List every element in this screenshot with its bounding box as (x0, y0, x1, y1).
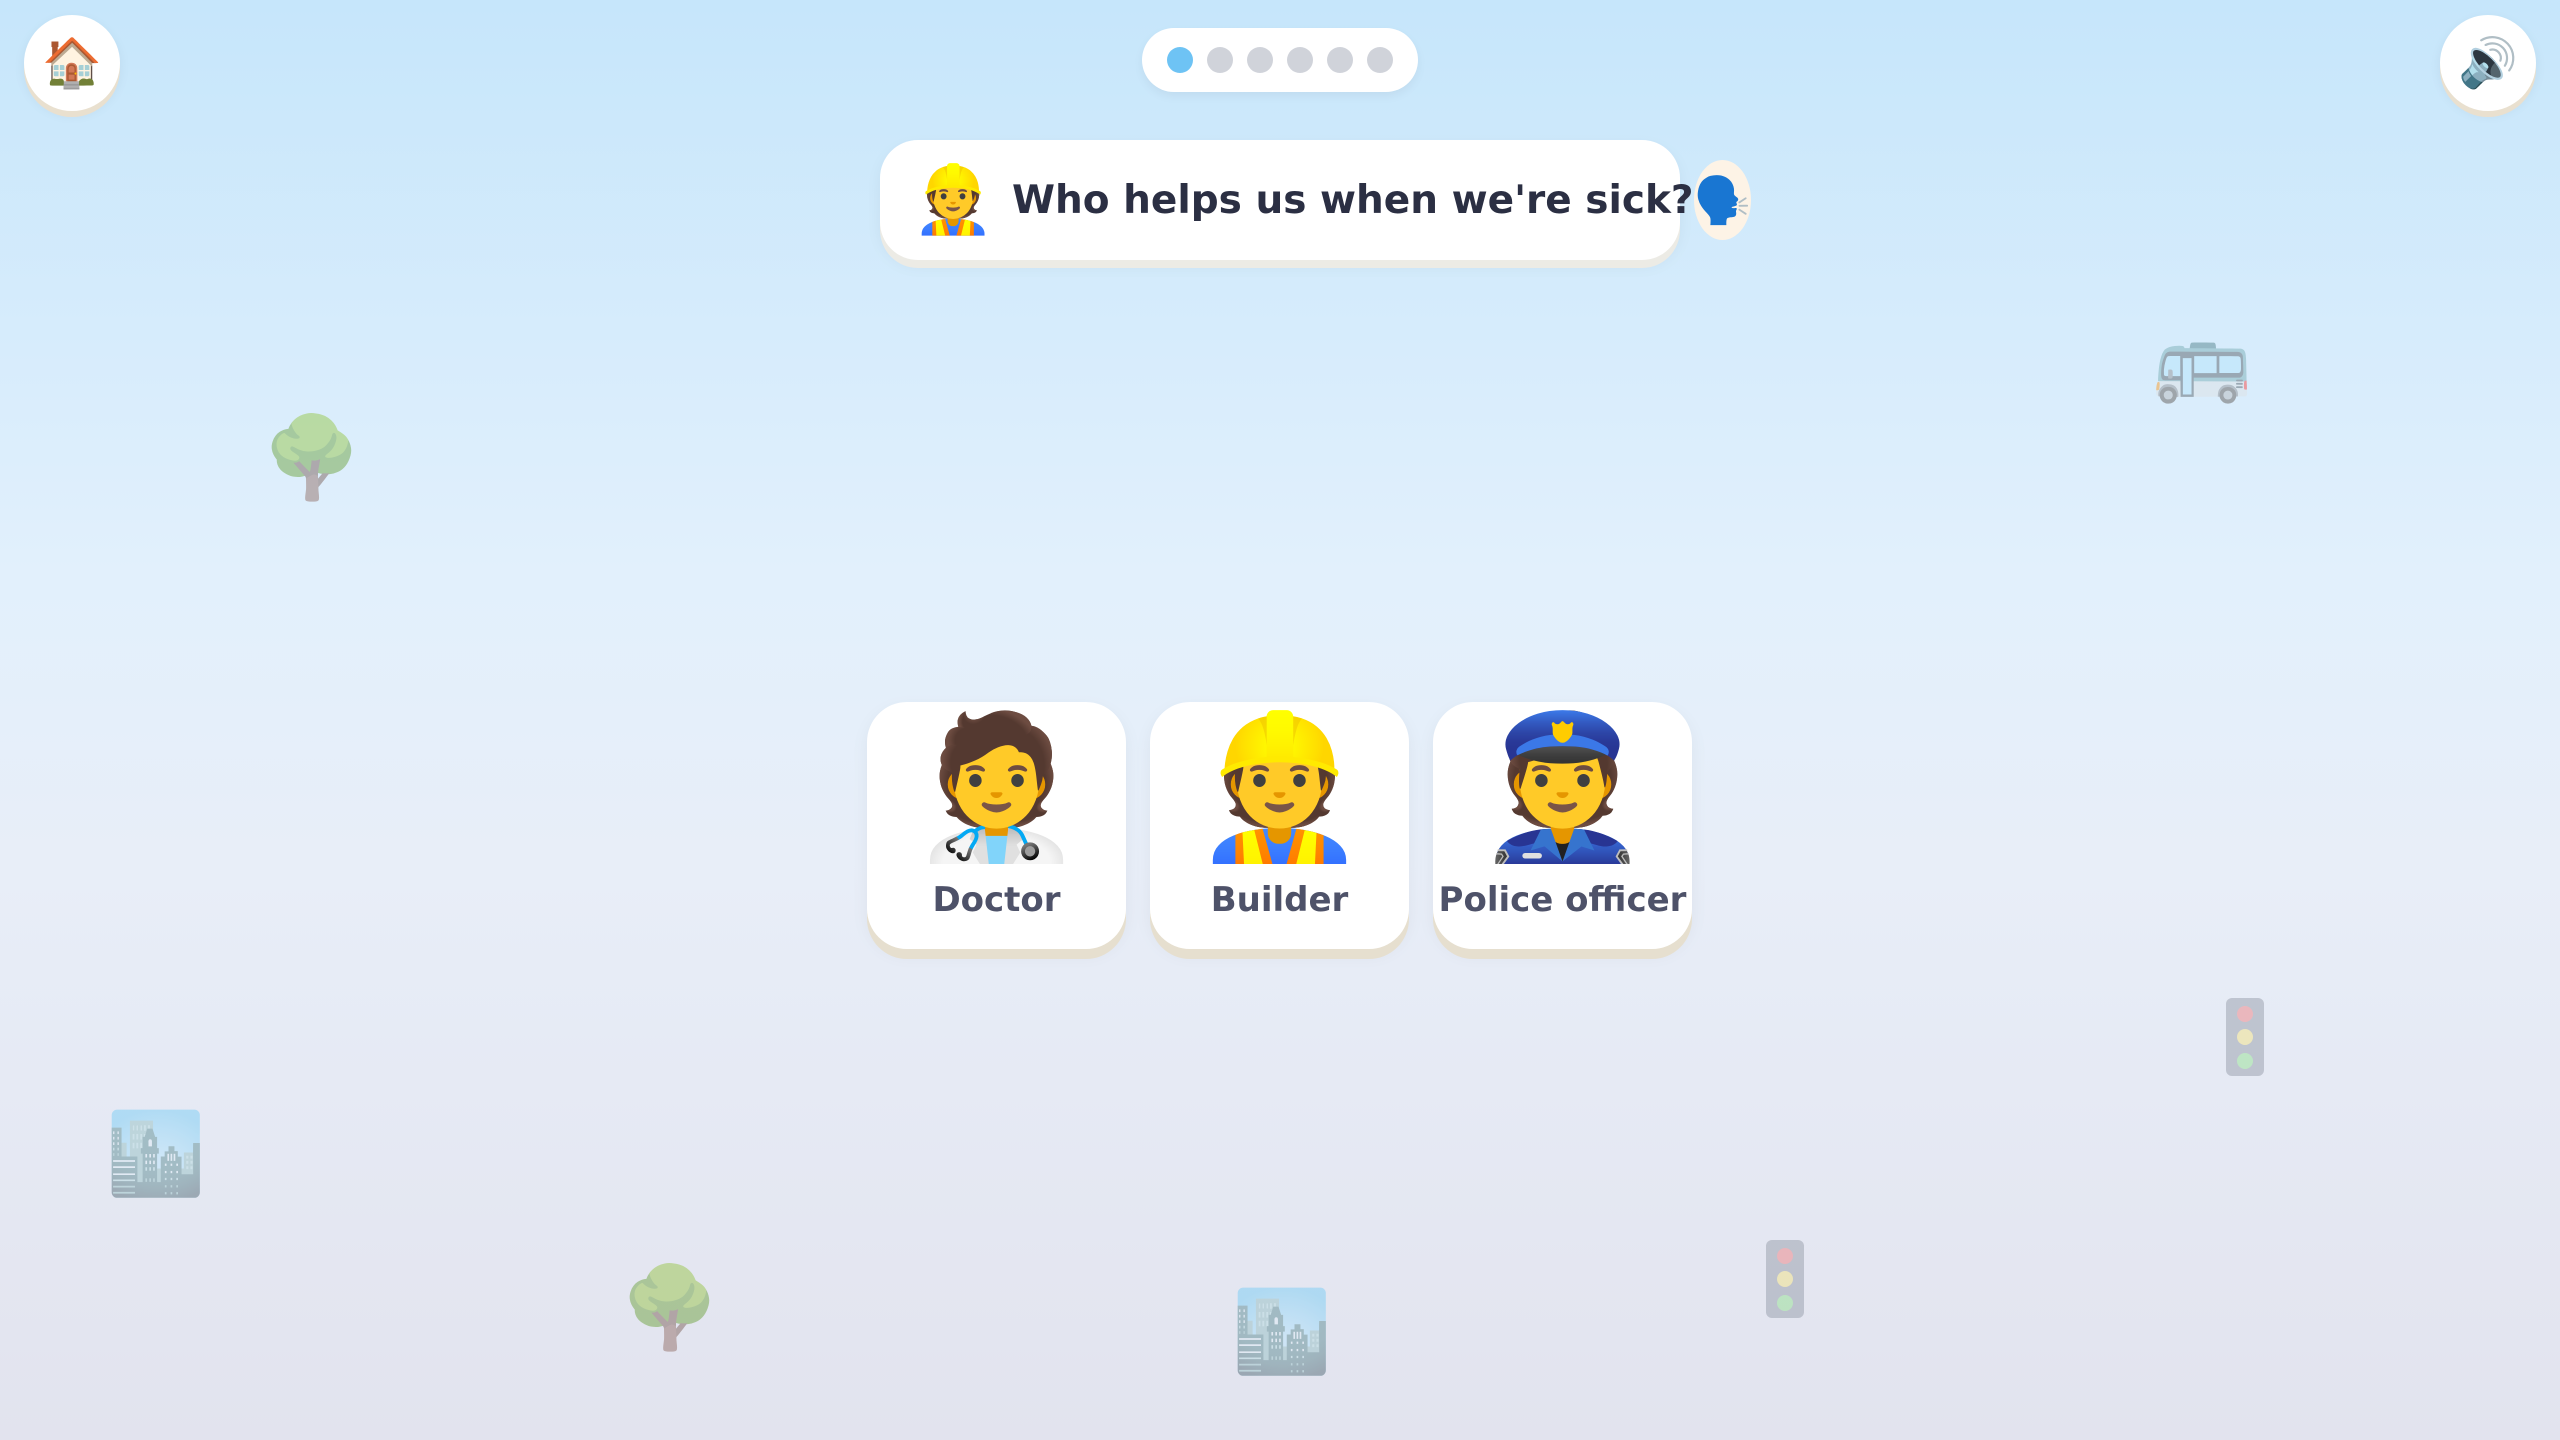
progress-dot-6 (1367, 47, 1393, 73)
answer-card-doctor[interactable]: 🧑‍⚕️ Doctor (867, 702, 1126, 949)
progress-dot-1 (1167, 47, 1193, 73)
answer-card-police-officer[interactable]: 👮 Police officer (1433, 702, 1692, 949)
home-icon: 🏠 (42, 35, 102, 91)
city-icon: 🏙️ (106, 1107, 206, 1200)
answer-label: Builder (1210, 880, 1349, 920)
traffic-light-icon (2226, 998, 2264, 1076)
progress-dot-5 (1327, 47, 1353, 73)
city-icon: 🏙️ (1232, 1285, 1332, 1378)
progress-dot-4 (1287, 47, 1313, 73)
doctor-icon: 🧑‍⚕️ (909, 706, 1084, 869)
traffic-light-icon (1766, 1240, 1804, 1318)
answer-label: Doctor (932, 880, 1061, 920)
home-button[interactable]: 🏠 (24, 15, 120, 111)
bus-icon: 🚌 (2152, 313, 2252, 406)
builder-avatar-icon: 👷 (912, 161, 995, 238)
progress-dot-2 (1207, 47, 1233, 73)
police-officer-icon: 👮 (1475, 706, 1650, 869)
progress-dot-3 (1247, 47, 1273, 73)
speaker-icon: 🔊 (2458, 35, 2518, 91)
question-bubble: 👷 Who helps us when we're sick? 🗣️ (880, 140, 1751, 260)
builder-icon: 👷 (1192, 706, 1367, 869)
answer-options: 🧑‍⚕️ Doctor 👷 Builder 👮 Police officer (867, 702, 1692, 949)
tree-icon: 🌳 (262, 411, 362, 504)
answer-label: Police officer (1438, 880, 1687, 920)
question-text: Who helps us when we're sick? (1012, 177, 1694, 223)
answer-card-builder[interactable]: 👷 Builder (1150, 702, 1409, 949)
speaking-head-icon: 🗣️ (1693, 173, 1751, 227)
progress-indicator (1142, 28, 1418, 92)
sound-button[interactable]: 🔊 (2440, 15, 2536, 111)
read-aloud-button[interactable]: 🗣️ (1693, 160, 1751, 240)
tree-icon: 🌳 (620, 1261, 720, 1354)
